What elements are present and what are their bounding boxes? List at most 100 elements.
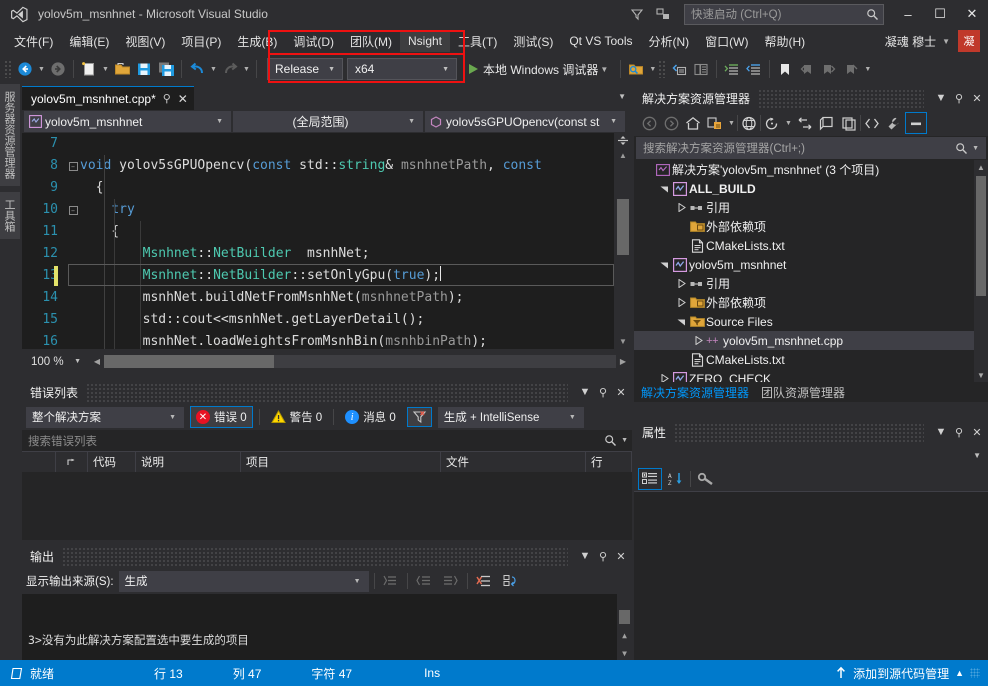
tree-item-external-deps-2[interactable]: 外部依赖项 <box>634 293 988 312</box>
chevron-expanded-icon[interactable] <box>674 317 688 326</box>
chevron-down-icon[interactable]: ▼ <box>942 37 950 46</box>
menu-project[interactable]: 项目(P) <box>173 29 229 54</box>
save-all-icon[interactable] <box>155 58 177 80</box>
toggle-wordwrap-icon[interactable] <box>500 570 522 592</box>
chevron-expanded-icon[interactable] <box>657 184 671 193</box>
chevron-down-icon[interactable]: ▼ <box>600 65 608 74</box>
previous-bookmark-icon[interactable] <box>796 58 818 80</box>
menu-edit[interactable]: 编辑(E) <box>61 29 117 54</box>
new-project-icon[interactable] <box>78 58 100 80</box>
solution-tree-scrollbar[interactable]: ▲ ▼ <box>974 160 988 382</box>
pin-icon[interactable]: ⚲ <box>950 422 968 442</box>
tree-item-source-files[interactable]: Source Files <box>634 312 988 331</box>
increase-indent-icon[interactable] <box>721 58 743 80</box>
error-scope-combo[interactable]: 整个解决方案 ▼ <box>26 406 184 428</box>
menu-view[interactable]: 视图(V) <box>117 29 173 54</box>
tree-item-references-1[interactable]: 引用 <box>634 198 988 217</box>
code-line[interactable]: 9 { <box>22 177 632 199</box>
previous-message-icon[interactable] <box>413 570 435 592</box>
scroll-down-arrow-icon[interactable]: ▼ <box>614 333 632 349</box>
solution-platform-combo[interactable]: x64 ▼ <box>347 58 457 80</box>
col-blank[interactable] <box>22 452 56 472</box>
editor-vertical-scrollbar[interactable]: ▲ ▼ <box>614 133 632 349</box>
pin-icon[interactable]: ⚲ <box>594 382 612 402</box>
menu-debug[interactable]: 调试(D) <box>285 29 342 54</box>
close-icon[interactable]: ✕ <box>178 92 188 106</box>
col-code[interactable]: 代码 <box>88 452 136 472</box>
undo-dropdown[interactable]: ▼ <box>208 58 219 80</box>
fold-toggle-icon[interactable]: – <box>66 161 80 171</box>
tree-item-cmakelists-2[interactable]: CMakeLists.txt <box>634 350 988 369</box>
pin-icon[interactable]: ⚲ <box>950 88 968 108</box>
quick-launch-input[interactable]: 快速启动 (Ctrl+Q) <box>684 3 884 25</box>
toolbar-grip-2[interactable] <box>658 60 667 78</box>
properties-grid[interactable] <box>634 492 988 660</box>
vertical-tab-toolbox[interactable]: 工具箱 <box>0 192 20 239</box>
find-dropdown[interactable]: ▼ <box>647 58 658 80</box>
menu-file[interactable]: 文件(F) <box>6 29 61 54</box>
scroll-thumb[interactable] <box>619 610 630 624</box>
open-file-icon[interactable] <box>111 58 133 80</box>
preview-selected-items-icon[interactable] <box>905 112 927 134</box>
tree-item-yolov5m-project[interactable]: yolov5m_msnhnet <box>634 255 988 274</box>
wrench-icon[interactable] <box>883 112 905 134</box>
scroll-right-arrow-icon[interactable]: ▶ <box>616 357 630 366</box>
next-bookmark-icon[interactable] <box>818 58 840 80</box>
scroll-up-arrow-icon[interactable]: ▲ <box>614 147 632 163</box>
tree-item-zero-check[interactable]: ZERO_CHECK <box>634 369 988 382</box>
pending-changes-icon[interactable] <box>704 112 726 134</box>
pending-changes-dropdown[interactable]: ▼ <box>726 112 737 134</box>
menu-nsight[interactable]: Nsight <box>400 30 451 52</box>
toolbar-overflow-button[interactable]: ▼ <box>862 58 873 80</box>
toolbar-grip[interactable] <box>4 60 12 78</box>
properties-object-combo[interactable]: ▼ <box>634 444 988 466</box>
menu-analyze[interactable]: 分析(N) <box>640 29 697 54</box>
chevron-collapsed-icon[interactable] <box>674 279 688 288</box>
errors-filter[interactable]: ✕ 错误 0 <box>190 406 253 428</box>
code-text-area[interactable]: 7 8– void yolov5sGPUOpencv(const std::stri… <box>22 133 632 349</box>
col-project[interactable]: 项目 <box>241 452 441 472</box>
chevron-down-icon[interactable]: ▼ <box>617 437 628 444</box>
chevron-down-icon[interactable]: ▼ <box>932 422 950 442</box>
col-file[interactable]: 文件 <box>441 452 586 472</box>
col-sort-indicator[interactable] <box>56 452 88 472</box>
output-vertical-scrollbar[interactable]: ▲ ▼ <box>617 594 632 660</box>
messages-filter[interactable]: i 消息 0 <box>340 407 401 427</box>
hscroll-thumb[interactable] <box>104 355 274 368</box>
navigate-forward-icon[interactable] <box>47 58 69 80</box>
vertical-tab-server-explorer[interactable]: 服务器资源管理器 <box>0 84 20 186</box>
chevron-down-icon[interactable]: ▼ <box>576 382 594 402</box>
next-message-icon[interactable] <box>440 570 462 592</box>
scroll-down-arrow-icon[interactable]: ▼ <box>974 368 988 382</box>
tab-solution-explorer[interactable]: 解决方案资源管理器 <box>636 384 754 401</box>
nav-scope-combo[interactable]: (全局范围) ▼ <box>233 111 423 132</box>
output-text[interactable]: 3>没有为此解决方案配置选中要生成的项目 ========== 生成: 成功 2… <box>22 594 632 686</box>
panel-drag-dots[interactable] <box>62 546 568 566</box>
user-account-area[interactable]: 凝魂 穆士 ▼ 凝 <box>881 28 984 54</box>
tree-item-all-build[interactable]: ALL_BUILD <box>634 179 988 198</box>
chevron-collapsed-icon[interactable] <box>674 203 688 212</box>
comment-icon[interactable] <box>668 58 690 80</box>
panel-drag-dots[interactable] <box>674 422 924 442</box>
solution-configuration-combo[interactable]: Release ▼ <box>267 58 343 80</box>
close-button[interactable]: ✕ <box>956 0 988 28</box>
collapse-all-icon[interactable] <box>794 112 816 134</box>
feedback-funnel-icon[interactable] <box>624 3 650 25</box>
tree-item-references-2[interactable]: 引用 <box>634 274 988 293</box>
status-source-control-caret-icon[interactable]: ▲ <box>955 668 964 678</box>
tree-item-external-deps-1[interactable]: 外部依赖项 <box>634 217 988 236</box>
solution-tree[interactable]: 解决方案'yolov5m_msnhnet' (3 个项目) ALL_BUILD 引用… <box>634 160 988 382</box>
chevron-collapsed-icon[interactable] <box>691 336 705 345</box>
scroll-up-arrow-icon[interactable]: ▲ <box>617 628 632 642</box>
error-source-combo[interactable]: 生成 + IntelliSense ▼ <box>437 406 584 428</box>
editor-tab-yolov5m-cpp[interactable]: yolov5m_msnhnet.cpp* ⚲ ✕ <box>22 86 194 110</box>
close-icon[interactable]: ✕ <box>968 88 986 108</box>
properties-icon[interactable] <box>838 112 860 134</box>
redo-icon[interactable] <box>219 58 241 80</box>
redo-dropdown[interactable]: ▼ <box>241 58 252 80</box>
col-line[interactable]: 行 <box>586 452 632 472</box>
nav-member-combo[interactable]: yolov5sGPUOpencv(const st ▼ <box>425 111 625 132</box>
close-icon[interactable]: ✕ <box>612 546 630 566</box>
navigate-back-icon[interactable] <box>14 58 36 80</box>
tree-item-yolov5m-cpp[interactable]: + + yolov5m_msnhnet.cpp <box>634 331 988 350</box>
